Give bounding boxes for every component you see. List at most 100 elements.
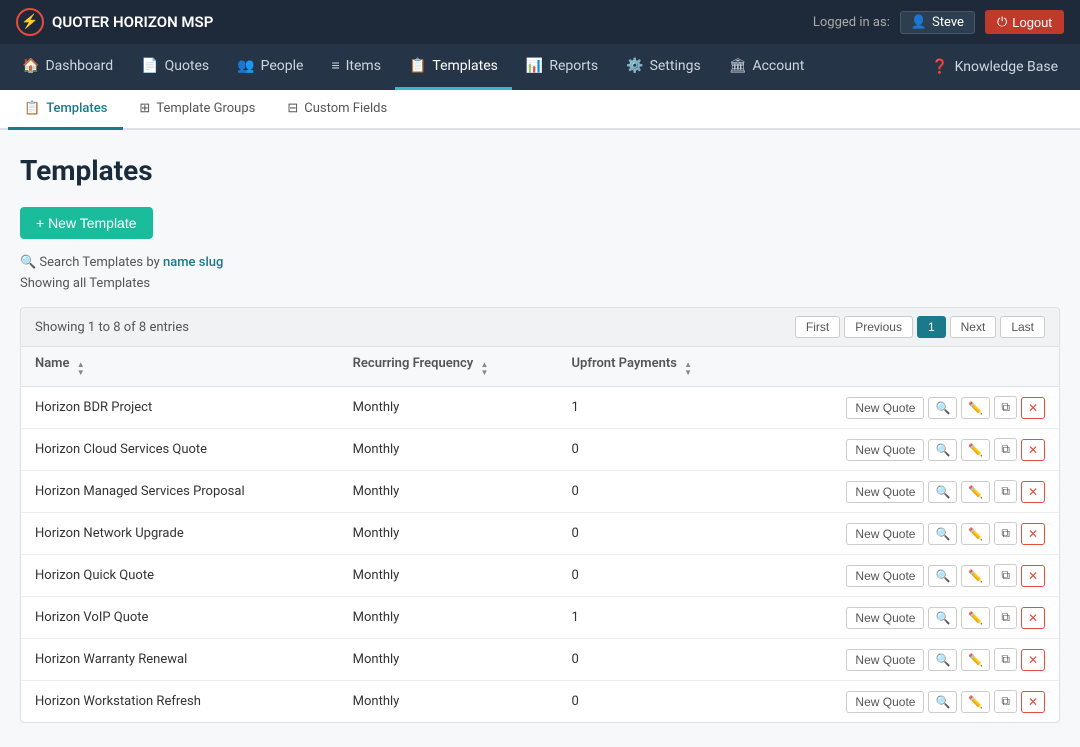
next-page-button[interactable]: Next	[950, 316, 997, 338]
edit-row-button[interactable]: ✏️	[961, 565, 990, 587]
search-row-button[interactable]: 🔍	[928, 481, 957, 503]
nav-item-reports[interactable]: 📊 Reports	[512, 44, 612, 90]
copy-row-button[interactable]: ⧉	[994, 564, 1017, 587]
nav-item-knowledge-base[interactable]: ❓ Knowledge Base	[917, 44, 1072, 90]
nav-item-account[interactable]: 🏛 Account	[715, 44, 819, 90]
copy-row-button[interactable]: ⧉	[994, 606, 1017, 629]
search-row-button[interactable]: 🔍	[928, 607, 957, 629]
nav-item-settings[interactable]: ⚙️ Settings	[612, 44, 715, 90]
new-quote-button[interactable]: New Quote	[846, 607, 924, 629]
col-upfront-payments[interactable]: Upfront Payments ▲▼	[557, 347, 756, 387]
edit-row-button[interactable]: ✏️	[961, 439, 990, 461]
edit-row-button[interactable]: ✏️	[961, 649, 990, 671]
copy-icon: ⧉	[1001, 610, 1010, 625]
search-row-button[interactable]: 🔍	[928, 649, 957, 671]
new-template-button[interactable]: + New Template	[20, 207, 153, 239]
cell-frequency: Monthly	[339, 555, 558, 597]
edit-icon: ✏️	[968, 695, 983, 709]
new-quote-button[interactable]: New Quote	[846, 481, 924, 503]
search-row-button[interactable]: 🔍	[928, 397, 957, 419]
search-row-button[interactable]: 🔍	[928, 439, 957, 461]
subnav-fields-icon: ⊟	[287, 101, 298, 116]
copy-row-button[interactable]: ⧉	[994, 648, 1017, 671]
first-page-button[interactable]: First	[795, 316, 840, 338]
edit-icon: ✏️	[968, 653, 983, 667]
col-recurring-frequency[interactable]: Recurring Frequency ▲▼	[339, 347, 558, 387]
search-by-slug-link[interactable]: slug	[199, 255, 224, 270]
new-quote-button[interactable]: New Quote	[846, 523, 924, 545]
delete-row-button[interactable]: ✕	[1021, 523, 1045, 545]
delete-row-button[interactable]: ✕	[1021, 439, 1045, 461]
last-page-button[interactable]: Last	[1000, 316, 1045, 338]
new-quote-button[interactable]: New Quote	[846, 691, 924, 713]
delete-row-button[interactable]: ✕	[1021, 481, 1045, 503]
delete-row-button[interactable]: ✕	[1021, 565, 1045, 587]
new-quote-button[interactable]: New Quote	[846, 439, 924, 461]
quotes-icon: 📄	[141, 58, 158, 74]
people-icon: 👥	[237, 58, 254, 74]
copy-row-button[interactable]: ⧉	[994, 522, 1017, 545]
subnav-item-templates[interactable]: 📋 Templates	[8, 90, 123, 130]
edit-row-button[interactable]: ✏️	[961, 397, 990, 419]
search-row-button[interactable]: 🔍	[928, 565, 957, 587]
cell-actions: New Quote 🔍 ✏️ ⧉ ✕	[756, 639, 1059, 681]
edit-icon: ✏️	[968, 485, 983, 499]
search-row-button[interactable]: 🔍	[928, 691, 957, 713]
edit-row-button[interactable]: ✏️	[961, 607, 990, 629]
cell-name: Horizon BDR Project	[21, 387, 339, 429]
cell-actions: New Quote 🔍 ✏️ ⧉ ✕	[756, 387, 1059, 429]
delete-row-button[interactable]: ✕	[1021, 649, 1045, 671]
logout-button[interactable]: ⏻ Logout	[985, 10, 1064, 34]
cell-frequency: Monthly	[339, 597, 558, 639]
search-icon: 🔍	[935, 695, 950, 709]
search-icon: 🔍	[935, 443, 950, 457]
edit-row-button[interactable]: ✏️	[961, 481, 990, 503]
table-row: Horizon Warranty Renewal Monthly 0 New Q…	[21, 639, 1059, 681]
sub-nav: 📋 Templates ⊞ Template Groups ⊟ Custom F…	[0, 90, 1080, 130]
delete-row-button[interactable]: ✕	[1021, 397, 1045, 419]
nav-item-items[interactable]: ≡ Items	[317, 44, 395, 90]
cell-name: Horizon Workstation Refresh	[21, 681, 339, 723]
delete-row-button[interactable]: ✕	[1021, 607, 1045, 629]
search-row-button[interactable]: 🔍	[928, 523, 957, 545]
edit-row-button[interactable]: ✏️	[961, 523, 990, 545]
sort-arrows-upfront: ▲▼	[684, 361, 692, 377]
copy-icon: ⧉	[1001, 526, 1010, 541]
col-name[interactable]: Name ▲▼	[21, 347, 339, 387]
subnav-groups-icon: ⊞	[139, 101, 150, 116]
delete-row-button[interactable]: ✕	[1021, 691, 1045, 713]
previous-page-button[interactable]: Previous	[844, 316, 913, 338]
subnav-item-custom-fields[interactable]: ⊟ Custom Fields	[271, 90, 403, 130]
copy-row-button[interactable]: ⧉	[994, 396, 1017, 419]
sort-arrows-frequency: ▲▼	[480, 361, 488, 377]
nav-item-dashboard[interactable]: 🏠 Dashboard	[8, 44, 127, 90]
cell-frequency: Monthly	[339, 681, 558, 723]
table-row: Horizon Quick Quote Monthly 0 New Quote …	[21, 555, 1059, 597]
copy-row-button[interactable]: ⧉	[994, 438, 1017, 461]
subnav-item-template-groups[interactable]: ⊞ Template Groups	[123, 90, 271, 130]
new-quote-button[interactable]: New Quote	[846, 649, 924, 671]
cell-name: Horizon Managed Services Proposal	[21, 471, 339, 513]
brand-name: QUOTER HORIZON MSP	[52, 13, 213, 31]
top-bar-right: Logged in as: 👤 Steve ⏻ Logout	[813, 10, 1064, 34]
new-quote-button[interactable]: New Quote	[846, 565, 924, 587]
copy-row-button[interactable]: ⧉	[994, 480, 1017, 503]
delete-icon: ✕	[1028, 653, 1038, 667]
nav-item-templates[interactable]: 📋 Templates	[395, 44, 512, 90]
copy-icon: ⧉	[1001, 568, 1010, 583]
items-icon: ≡	[331, 57, 339, 74]
new-quote-button[interactable]: New Quote	[846, 397, 924, 419]
nav-item-quotes[interactable]: 📄 Quotes	[127, 44, 223, 90]
edit-icon: ✏️	[968, 401, 983, 415]
edit-row-button[interactable]: ✏️	[961, 691, 990, 713]
copy-row-button[interactable]: ⧉	[994, 690, 1017, 713]
main-content: Templates + New Template 🔍 Search Templa…	[0, 130, 1080, 747]
search-by-name-link[interactable]: name	[163, 255, 196, 270]
nav-item-people[interactable]: 👥 People	[223, 44, 317, 90]
cell-actions: New Quote 🔍 ✏️ ⧉ ✕	[756, 681, 1059, 723]
dashboard-icon: 🏠	[22, 58, 39, 74]
table-row: Horizon Managed Services Proposal Monthl…	[21, 471, 1059, 513]
sort-arrows-name: ▲▼	[77, 361, 85, 377]
power-icon: ⏻	[997, 14, 1007, 30]
current-page-button[interactable]: 1	[917, 316, 946, 338]
